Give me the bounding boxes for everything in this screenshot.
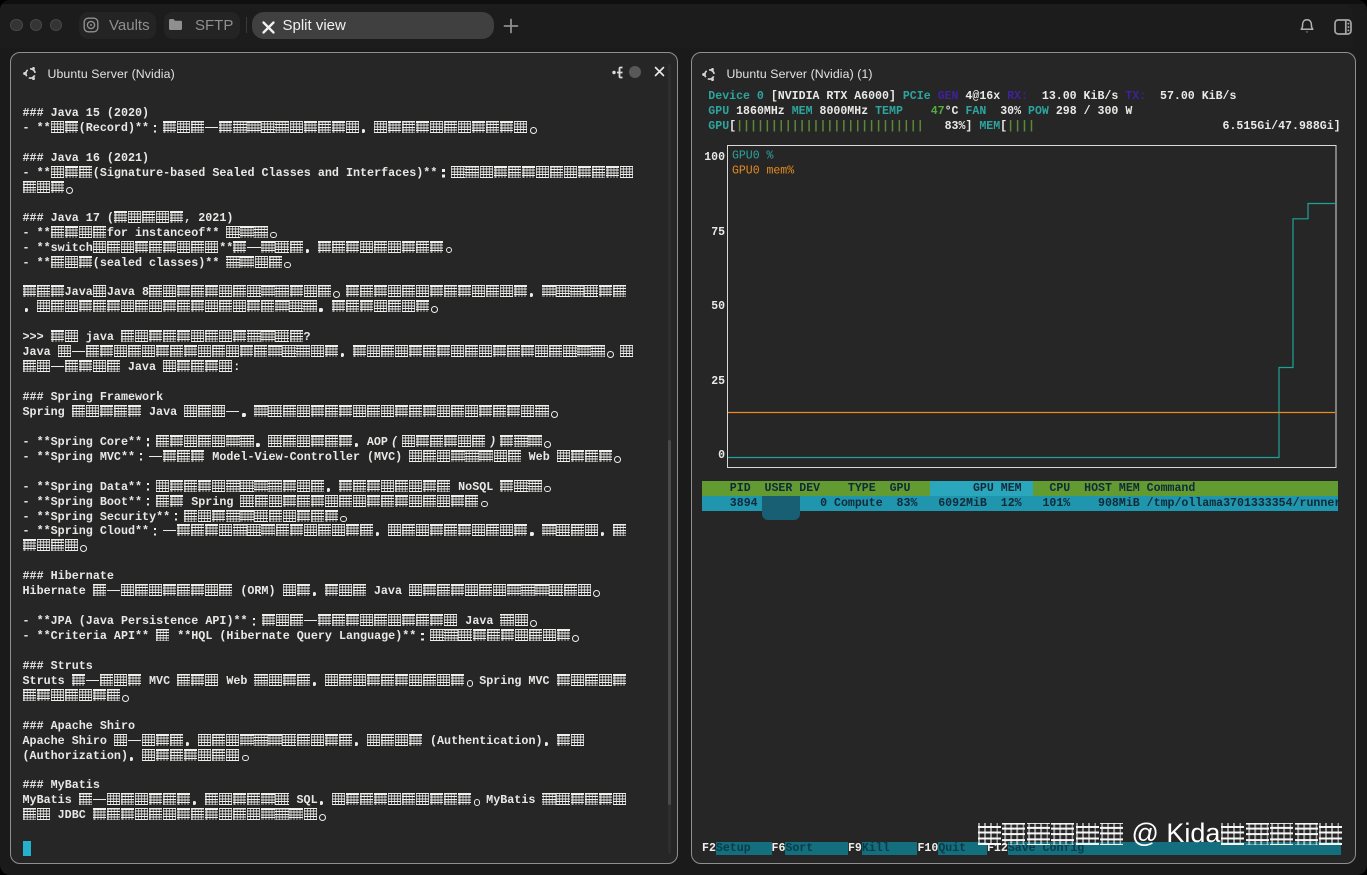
svg-text:GPU0 %: GPU0 %: [732, 150, 774, 163]
svg-text:GPU0 mem%: GPU0 mem%: [732, 165, 794, 178]
